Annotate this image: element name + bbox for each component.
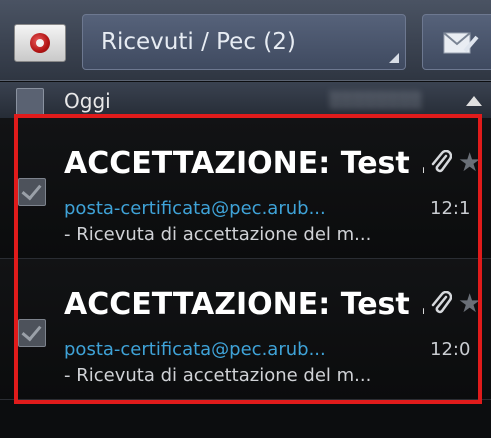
message-time: 12:0 [430, 339, 471, 360]
message-time: 12:1 [430, 198, 471, 219]
folder-label: Ricevuti / Pec (2) [101, 29, 296, 55]
star-icon[interactable]: ★ [458, 148, 481, 178]
message-subject: ACCETTAZIONE: Test ... [64, 287, 424, 322]
app-menu-button[interactable] [14, 24, 66, 62]
top-bar: Ricevuti / Pec (2) [0, 0, 491, 81]
message-sender: posta-certificata@pec.arub... [64, 339, 326, 360]
message-row[interactable]: ACCETTAZIONE: Test ... ★ posta-certifica… [0, 259, 491, 400]
message-preview: - Ricevuta di accettazione del m... [64, 365, 372, 386]
message-checkbox[interactable] [18, 319, 46, 347]
folder-selector[interactable]: Ricevuti / Pec (2) [82, 14, 406, 70]
app-logo-icon [30, 33, 50, 53]
compose-button[interactable] [422, 14, 491, 70]
select-all-checkbox[interactable] [16, 88, 44, 116]
date-group-header[interactable]: Oggi ░░░░░░░░ [0, 82, 491, 118]
dropdown-corner-icon [389, 53, 399, 63]
message-row[interactable]: ACCETTAZIONE: Test ... ★ posta-certifica… [0, 118, 491, 259]
compose-mail-icon [443, 32, 479, 54]
message-list: ACCETTAZIONE: Test ... ★ posta-certifica… [0, 118, 491, 400]
date-group-date-redacted: ░░░░░░░░ [330, 91, 423, 109]
message-subject: ACCETTAZIONE: Test ... [64, 146, 424, 181]
message-preview: - Ricevuta di accettazione del m... [64, 224, 372, 245]
message-sender: posta-certificata@pec.arub... [64, 198, 326, 219]
paperclip-icon [431, 291, 452, 314]
message-checkbox[interactable] [18, 178, 46, 206]
collapse-icon[interactable] [466, 96, 482, 106]
paperclip-icon [431, 150, 452, 173]
star-icon[interactable]: ★ [458, 289, 481, 319]
date-group-label: Oggi [64, 89, 111, 113]
